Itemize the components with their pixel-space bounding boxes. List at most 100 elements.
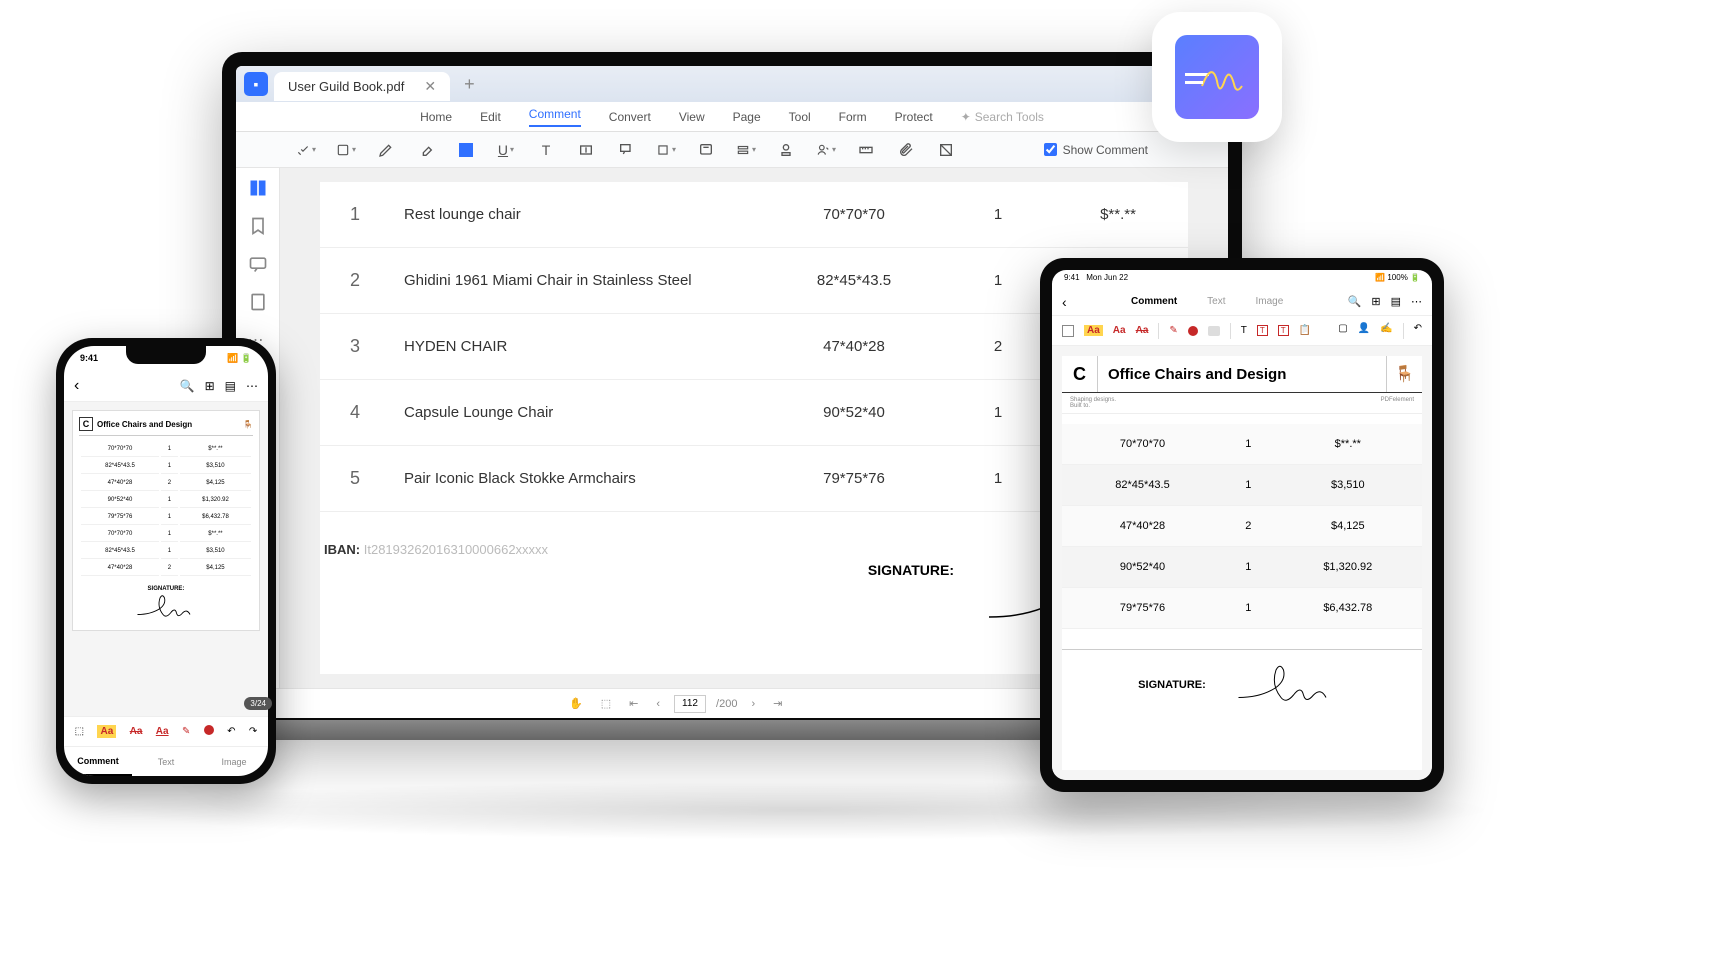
signature-tool[interactable]: ✍ (1380, 323, 1392, 339)
sub-left: Shaping designs.Built to. (1070, 397, 1116, 409)
tab-comment[interactable]: Comment (1131, 296, 1177, 307)
close-tab-icon[interactable]: ✕ (424, 78, 436, 95)
phone-table: 70*70*701$**.** 82*45*43.51$3,510 47*40*… (79, 440, 253, 578)
sticky-tool[interactable]: 📋 (1299, 325, 1311, 336)
phone-document[interactable]: C Office Chairs and Design 🪑 70*70*701$*… (64, 402, 268, 716)
tab-text[interactable]: Text (1207, 296, 1225, 307)
grid-icon[interactable]: ⊞ (205, 379, 215, 393)
pencil-tool[interactable] (376, 140, 396, 160)
tablet-statusbar: 9:41 Mon Jun 22 📶 100% 🔋 (1052, 270, 1432, 288)
undo-tool[interactable]: ↶ (227, 726, 235, 737)
strikethrough-tool[interactable]: Aa (130, 726, 143, 737)
redo-tool[interactable]: ↷ (249, 726, 257, 737)
callout-tool[interactable]: T (1278, 325, 1289, 336)
back-button[interactable]: ‹ (74, 377, 79, 395)
eraser-tool[interactable] (416, 140, 436, 160)
bookmark-icon[interactable] (248, 216, 268, 236)
tab-comment[interactable]: Comment (64, 747, 132, 776)
undo-tool[interactable]: ↶ (1414, 323, 1422, 339)
show-comment-checkbox[interactable] (1044, 143, 1057, 156)
textbox-tool[interactable]: T (1257, 325, 1268, 336)
tablet-header: ‹ Comment Text Image 🔍 ⊞ ▤ ⋯ (1052, 288, 1432, 316)
menu-form[interactable]: Form (839, 110, 867, 124)
tab-title: User Guild Book.pdf (288, 79, 404, 94)
phone-header: ‹ 🔍 ⊞ ▤ ⋯ (64, 370, 268, 402)
textbox-tool[interactable] (576, 140, 596, 160)
more-icon[interactable]: ⋯ (246, 379, 258, 393)
stamp-tool[interactable]: 👤 (1358, 323, 1370, 339)
phone-toolbar: ⬚ Aa Aa Aa ✎ ↶ ↷ (64, 716, 268, 746)
highlight-tool[interactable]: Aa (97, 725, 116, 738)
hide-tool[interactable] (936, 140, 956, 160)
comments-icon[interactable] (248, 254, 268, 274)
company-logo: C (79, 417, 93, 431)
sticky-note-tool[interactable] (696, 140, 716, 160)
tab-image[interactable]: Image (1256, 296, 1284, 307)
chair-icon: 🪑 (243, 420, 253, 429)
shape-tool[interactable]: ▢ (1338, 323, 1347, 339)
tablet-device: 9:41 Mon Jun 22 📶 100% 🔋 ‹ Comment Text … (1040, 258, 1444, 792)
hand-tool-icon[interactable]: ✋ (565, 697, 587, 710)
eraser-tool[interactable] (1208, 326, 1220, 336)
more-icon[interactable]: ⋯ (1411, 295, 1422, 308)
menu-convert[interactable]: Convert (609, 110, 651, 124)
tablet-document[interactable]: C Office Chairs and Design 🪑 Shaping des… (1052, 346, 1432, 780)
first-page-button[interactable]: ⇤ (625, 697, 642, 710)
menu-comment[interactable]: Comment (529, 107, 581, 127)
stamp-tool[interactable] (776, 140, 796, 160)
pen-tool[interactable]: ✎ (1169, 325, 1177, 336)
menu-tool[interactable]: Tool (789, 110, 811, 124)
document-tab[interactable]: User Guild Book.pdf ✕ (274, 72, 450, 101)
strikethrough-tool[interactable]: Aa (1136, 325, 1149, 336)
search-icon[interactable]: 🔍 (180, 379, 195, 393)
menu-page[interactable]: Page (733, 110, 761, 124)
sub-right: PDFelement (1381, 397, 1414, 409)
highlight-tool[interactable]: Aa (1084, 325, 1103, 336)
tab-image[interactable]: Image (200, 747, 268, 776)
menu-view[interactable]: View (679, 110, 705, 124)
table-row: 1Rest lounge chair70*70*701$**.** (320, 182, 1188, 248)
page-icon[interactable]: ▤ (225, 379, 236, 393)
page-number-input[interactable] (674, 695, 706, 713)
note-tool[interactable] (336, 140, 356, 160)
color-tool[interactable] (204, 725, 214, 738)
pen-tool[interactable]: ✎ (182, 726, 190, 737)
search-icon[interactable]: 🔍 (1348, 295, 1362, 308)
underline-tool[interactable]: Aa (156, 726, 169, 737)
page-indicator: 3/24 (244, 697, 268, 710)
company-logo: C (1062, 356, 1098, 392)
attachment-tool[interactable] (896, 140, 916, 160)
underline-tool[interactable]: U (496, 140, 516, 160)
titlebar: ▪ User Guild Book.pdf ✕ + (236, 66, 1228, 102)
signature-tool[interactable] (816, 140, 836, 160)
next-page-button[interactable]: › (747, 698, 759, 710)
menu-edit[interactable]: Edit (480, 110, 501, 124)
select-tool-icon[interactable]: ⬚ (597, 697, 615, 710)
color-tool[interactable] (1188, 326, 1198, 336)
search-tools[interactable]: ✦ Search Tools (961, 110, 1044, 124)
area-highlight-tool[interactable] (736, 140, 756, 160)
show-comment-toggle[interactable]: Show Comment (1044, 143, 1148, 157)
last-page-button[interactable]: ⇥ (769, 697, 786, 710)
thumbnails-icon[interactable] (248, 178, 268, 198)
prev-page-button[interactable]: ‹ (652, 698, 664, 710)
fill-color-tool[interactable] (456, 140, 476, 160)
text-tool[interactable]: T (1241, 325, 1247, 336)
callout-tool[interactable] (616, 140, 636, 160)
menu-home[interactable]: Home (420, 110, 452, 124)
grid-icon[interactable]: ⊞ (1371, 295, 1380, 308)
page-icon[interactable] (248, 292, 268, 312)
shape-tool[interactable] (656, 140, 676, 160)
highlighter-tool[interactable] (296, 140, 316, 160)
crop-tool[interactable]: ⬚ (75, 726, 84, 737)
add-tab-button[interactable]: + (456, 74, 483, 95)
signature-icon (1197, 51, 1247, 101)
select-tool[interactable] (1062, 325, 1074, 337)
iban-field: IBAN: It28193262016310000662xxxxx (324, 542, 548, 557)
text-tool[interactable]: T (536, 140, 556, 160)
underline-tool[interactable]: Aa (1113, 325, 1126, 336)
tab-text[interactable]: Text (132, 747, 200, 776)
menu-protect[interactable]: Protect (895, 110, 933, 124)
page-icon[interactable]: ▤ (1391, 295, 1401, 308)
measure-tool[interactable] (856, 140, 876, 160)
